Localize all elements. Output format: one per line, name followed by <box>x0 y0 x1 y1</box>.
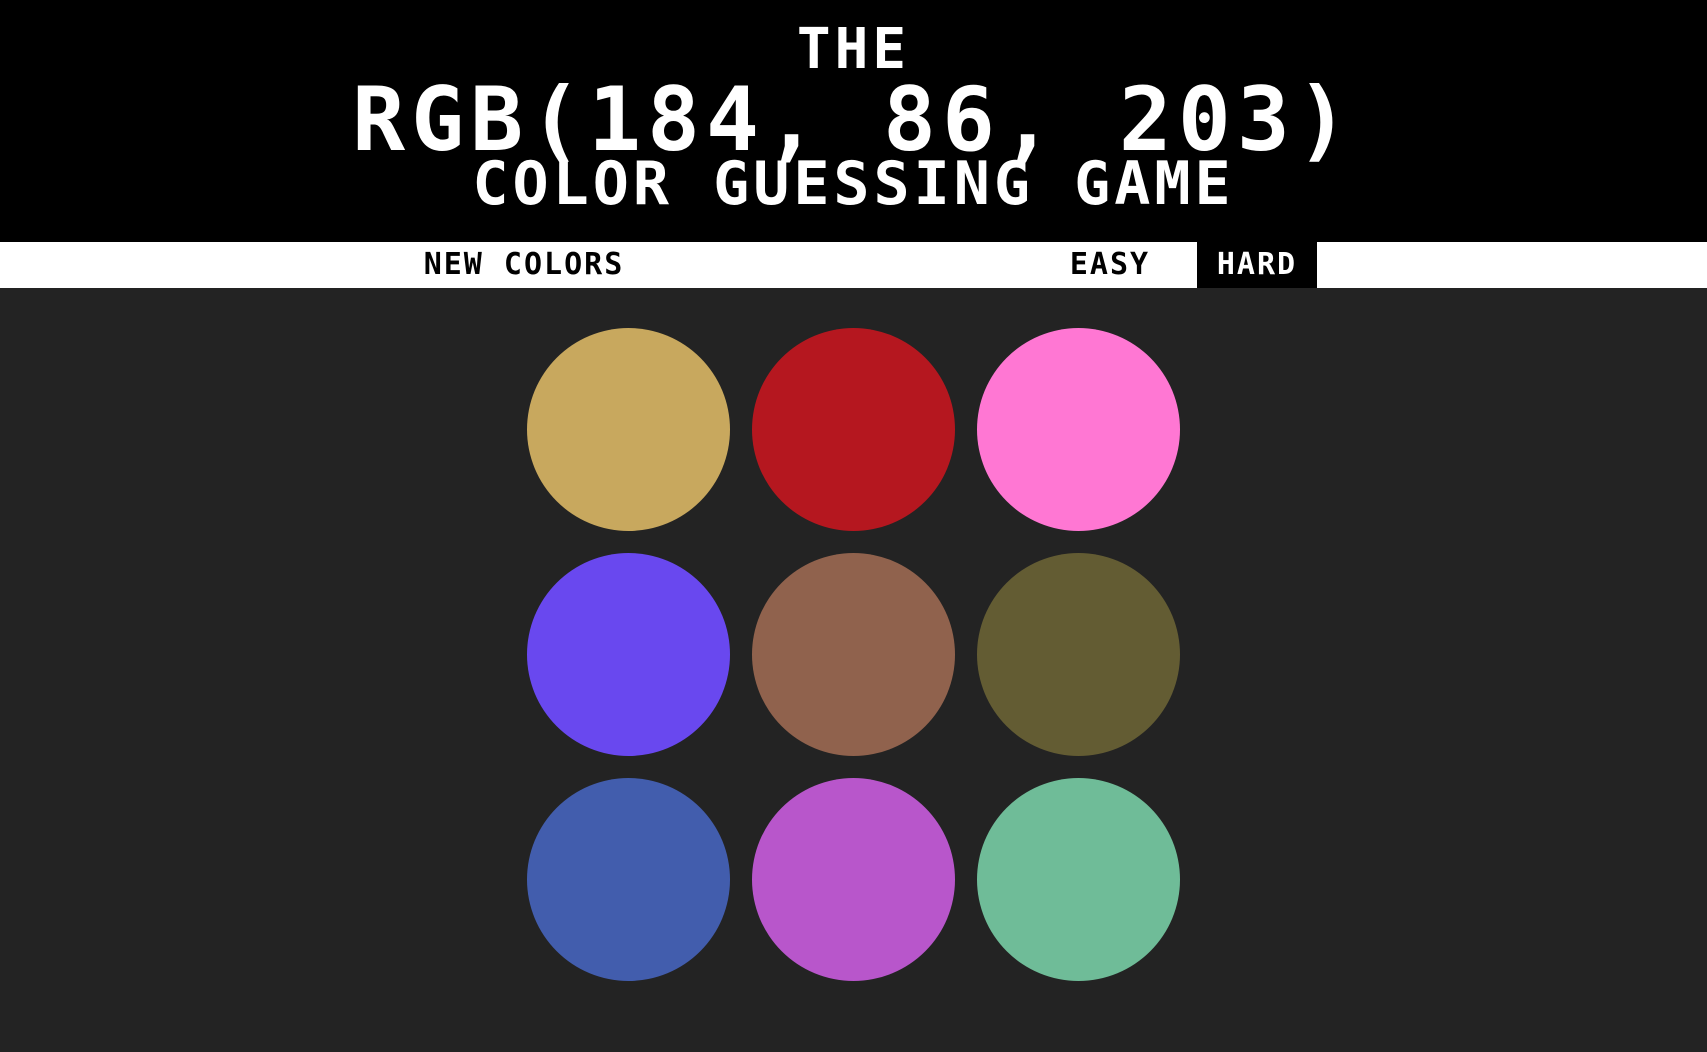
color-square-2[interactable] <box>752 328 955 531</box>
title-subtitle: COLOR GUESSING GAME <box>472 149 1235 219</box>
color-square-9[interactable] <box>977 778 1180 981</box>
color-grid <box>527 328 1181 982</box>
color-square-5[interactable] <box>752 553 955 756</box>
controls-stripe: NEW COLORS EASY HARD <box>0 242 1707 288</box>
easy-mode-button[interactable]: EASY <box>1050 242 1170 288</box>
hard-mode-button[interactable]: HARD <box>1197 242 1317 288</box>
color-square-8[interactable] <box>752 778 955 981</box>
color-square-6[interactable] <box>977 553 1180 756</box>
color-square-7[interactable] <box>527 778 730 981</box>
new-colors-button[interactable]: NEW COLORS <box>388 242 660 288</box>
color-square-4[interactable] <box>527 553 730 756</box>
color-square-3[interactable] <box>977 328 1180 531</box>
game-header: THE RGB(184, 86, 203) COLOR GUESSING GAM… <box>0 0 1707 242</box>
color-square-1[interactable] <box>527 328 730 531</box>
